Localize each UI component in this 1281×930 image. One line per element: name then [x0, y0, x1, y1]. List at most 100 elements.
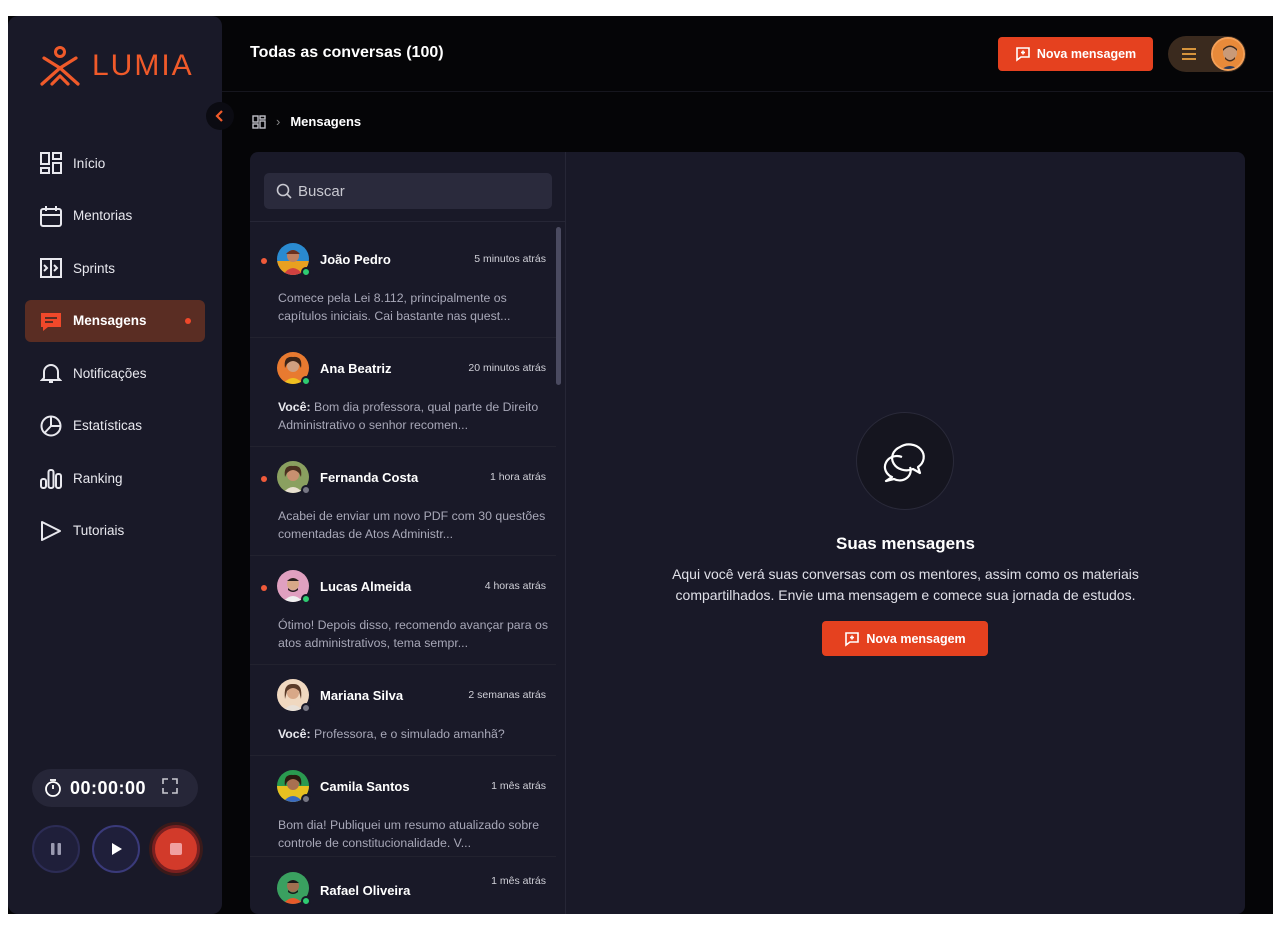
search-box	[264, 173, 552, 209]
sidebar-item-ranking[interactable]: Ranking	[25, 457, 205, 499]
sidebar-item-inicio[interactable]: Início	[25, 142, 205, 184]
breadcrumb: › Mensagens	[252, 114, 361, 129]
sidebar-item-label: Sprints	[73, 260, 116, 276]
empty-state-title: Suas mensagens	[836, 534, 975, 553]
lumia-logo-icon	[40, 46, 80, 86]
page-title: Todas as conversas (100)	[250, 44, 444, 61]
new-message-button[interactable]: Nova mensagem	[998, 37, 1153, 71]
sidebar-item-label: Notificações	[73, 365, 147, 381]
online-status-indicator	[301, 267, 311, 277]
sidebar: LUMIA Início Mentorias Sprints Mensagens…	[8, 16, 222, 914]
sidebar-nav: Início Mentorias Sprints Mensagens Notif…	[25, 142, 205, 562]
message-time: 1 mês atrás	[491, 875, 546, 887]
top-bar: Todas as conversas (100) Nova mensagem	[222, 16, 1273, 92]
message-time: 5 minutos atrás	[474, 253, 546, 265]
message-preview: Bom dia! Publiquei um resumo atualizado …	[278, 818, 540, 850]
new-message-label: Nova mensagem	[1036, 47, 1137, 61]
message-time: 4 horas atrás	[484, 580, 546, 592]
contact-name: Mariana Silva	[320, 688, 404, 703]
bar-chart-icon	[39, 466, 63, 490]
online-status-indicator	[301, 896, 311, 906]
unread-dot	[261, 258, 267, 264]
contact-name: Ana Beatriz	[320, 361, 392, 376]
empty-state-description: Aqui você verá suas conversas com os men…	[672, 566, 1139, 603]
sidebar-item-notificacoes[interactable]: Notificações	[25, 352, 205, 394]
unread-dot	[261, 476, 267, 482]
search-input[interactable]	[298, 182, 548, 200]
offline-status-indicator	[301, 485, 311, 495]
user-menu[interactable]	[1168, 36, 1246, 72]
message-time: 2 semanas atrás	[468, 689, 546, 701]
list-item[interactable]: Fernanda Costa 1 hora atrás Acabei de en…	[250, 446, 556, 555]
chat-bubbles-icon	[856, 412, 954, 510]
unread-dot	[261, 585, 267, 591]
contact-name: Lucas Almeida	[320, 579, 412, 594]
sidebar-item-sprints[interactable]: Sprints	[25, 247, 205, 289]
list-item[interactable]: Ana Beatriz 20 minutos atrás Você: Bom d…	[250, 337, 556, 446]
pie-chart-icon	[39, 414, 63, 438]
offline-status-indicator	[301, 703, 311, 713]
list-item[interactable]: Lucas Almeida 4 horas atrás Ótimo! Depoi…	[250, 555, 556, 664]
stopwatch-icon	[45, 779, 61, 797]
empty-state: Suas mensagens Aqui você verá suas conve…	[566, 152, 1245, 914]
new-message-button[interactable]: Nova mensagem	[822, 621, 988, 656]
app-window: LUMIA Início Mentorias Sprints Mensagens…	[8, 16, 1273, 914]
list-item[interactable]: Rafael Oliveira 1 mês atrás	[250, 856, 556, 914]
breadcrumb-separator: ›	[276, 114, 281, 129]
message-preview: Acabei de enviar um novo PDF com 30 ques…	[278, 509, 546, 541]
timer-value: 00:00:00	[70, 777, 147, 798]
list-item[interactable]: Camila Santos 1 mês atrás Bom dia! Publi…	[250, 755, 556, 864]
bell-icon	[39, 361, 63, 385]
sidebar-item-label: Mensagens	[73, 313, 147, 328]
message-preview: Você: Bom dia professora, qual parte de …	[278, 400, 539, 432]
sidebar-item-estatisticas[interactable]: Estatísticas	[25, 405, 205, 447]
stop-icon	[170, 843, 182, 855]
sidebar-item-label: Mentorias	[73, 208, 133, 223]
new-message-label: Nova mensagem	[866, 631, 966, 646]
collapse-sidebar-button[interactable]	[206, 102, 234, 130]
sidebar-item-mentorias[interactable]: Mentorias	[25, 195, 205, 237]
message-preview: Ótimo! Depois disso, recomendo avançar p…	[278, 618, 548, 650]
chevron-left-icon	[215, 110, 223, 122]
list-item[interactable]: João Pedro 5 minutos atrás Comece pela L…	[250, 228, 556, 337]
logo[interactable]: LUMIA	[38, 44, 194, 88]
pause-button[interactable]	[32, 825, 80, 873]
message-preview: Você: Professora, e o simulado amanhã?	[278, 727, 505, 741]
stop-button[interactable]	[152, 825, 200, 873]
sprints-icon	[39, 256, 63, 280]
contact-name: Fernanda Costa	[320, 470, 419, 485]
sidebar-item-mensagens[interactable]: Mensagens	[25, 299, 205, 342]
play-triangle-icon	[112, 843, 122, 855]
online-status-indicator	[301, 594, 311, 604]
expand-icon[interactable]	[162, 777, 178, 799]
brand-name: LUMIA	[92, 49, 194, 82]
new-message-icon	[845, 631, 860, 647]
message-time: 20 minutos atrás	[468, 362, 546, 374]
contact-name: João Pedro	[320, 252, 391, 267]
message-preview: Comece pela Lei 8.112, principalmente os…	[278, 291, 511, 323]
messages-panel: João Pedro 5 minutos atrás Comece pela L…	[250, 152, 1245, 914]
menu-icon	[1182, 48, 1196, 60]
user-avatar[interactable]	[1211, 37, 1245, 71]
timer-controls	[32, 825, 200, 873]
play-button[interactable]	[92, 825, 140, 873]
divider	[250, 221, 566, 222]
sidebar-item-tutoriais[interactable]: Tutoriais	[25, 510, 205, 552]
scrollbar[interactable]	[556, 227, 561, 385]
message-time: 1 mês atrás	[491, 780, 546, 792]
list-item[interactable]: Mariana Silva 2 semanas atrás Você: Prof…	[250, 664, 556, 754]
search-icon	[276, 183, 292, 199]
contact-name: Camila Santos	[320, 779, 410, 794]
breadcrumb-current: Mensagens	[290, 114, 362, 129]
sidebar-item-label: Tutoriais	[73, 523, 125, 538]
offline-status-indicator	[301, 794, 311, 804]
contact-name: Rafael Oliveira	[320, 883, 411, 898]
pause-icon	[51, 843, 61, 855]
sidebar-item-label: Início	[73, 155, 106, 171]
conversation-list: João Pedro 5 minutos atrás Comece pela L…	[250, 152, 566, 914]
dashboard-icon[interactable]	[252, 114, 266, 129]
sidebar-item-label: Estatísticas	[73, 418, 143, 433]
unread-dot	[185, 317, 191, 324]
online-status-indicator	[301, 376, 311, 386]
play-icon	[39, 519, 63, 543]
